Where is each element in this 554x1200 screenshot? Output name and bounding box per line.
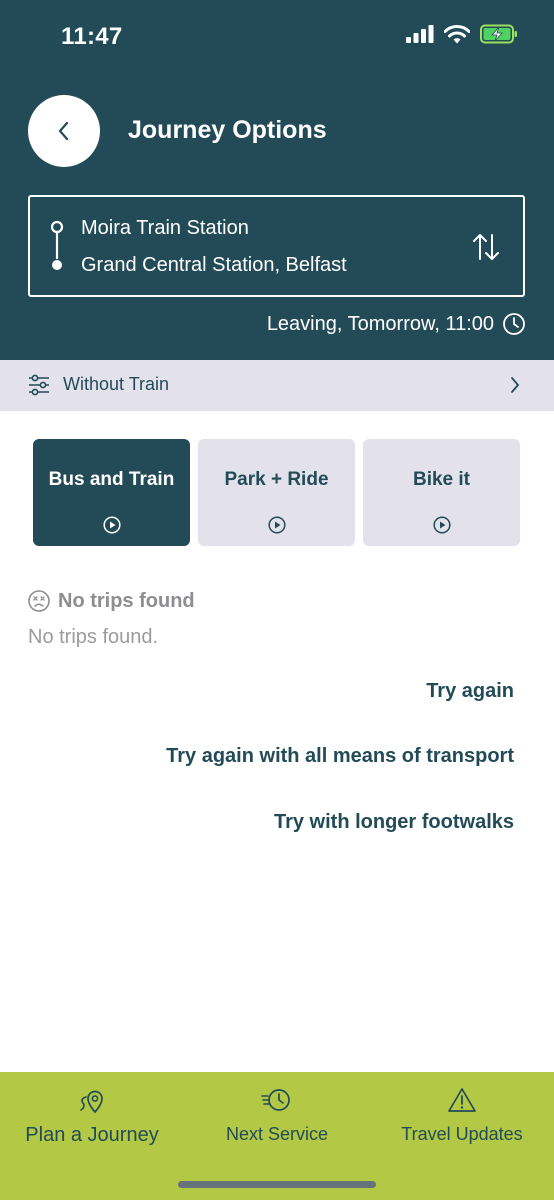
- chevron-right-icon: [511, 377, 519, 393]
- tab-label: Travel Updates: [401, 1124, 523, 1144]
- chevron-left-icon: [58, 121, 69, 141]
- try-all-transport-link[interactable]: Try again with all means of transport: [166, 745, 514, 768]
- mode-bike-it[interactable]: Bike it: [363, 439, 520, 546]
- mode-label: Bike it: [412, 469, 471, 490]
- home-indicator: [178, 1181, 376, 1188]
- map-pin-route-icon: [80, 1090, 103, 1114]
- clock-fast-icon: [261, 1089, 290, 1111]
- clock-icon: [503, 313, 525, 335]
- leaving-time[interactable]: Leaving, Tomorrow, 11:00: [267, 312, 526, 336]
- route-box[interactable]: Moira Train Station Grand Central Statio…: [28, 195, 525, 297]
- swap-vertical-icon[interactable]: [471, 231, 501, 263]
- tab-plan-a-journey[interactable]: Plan a Journey: [16, 1072, 168, 1172]
- no-trips-title: No trips found: [58, 589, 195, 612]
- try-longer-footwalks-link[interactable]: Try with longer footwalks: [274, 811, 514, 834]
- status-time: 11:47: [61, 23, 123, 50]
- back-button[interactable]: [28, 95, 100, 167]
- tab-bar: Plan a Journey Next Service Travel Updat…: [0, 1072, 554, 1200]
- destination-station[interactable]: Grand Central Station, Belfast: [81, 254, 347, 277]
- status-icons: [406, 24, 518, 44]
- tab-next-service[interactable]: Next Service: [206, 1072, 348, 1172]
- filter-bar[interactable]: Without Train: [0, 360, 554, 411]
- play-circle-icon[interactable]: [432, 516, 451, 534]
- wifi-icon: [444, 24, 470, 43]
- route-line-icon: [50, 220, 64, 270]
- play-circle-icon[interactable]: [267, 516, 286, 534]
- filter-label: Without Train: [63, 374, 170, 394]
- leaving-text: Leaving, Tomorrow, 11:00: [266, 312, 494, 335]
- origin-station[interactable]: Moira Train Station: [81, 217, 249, 240]
- sad-face-icon: [28, 590, 50, 612]
- battery-charging-icon: [480, 24, 517, 44]
- mode-label: Park + Ride: [224, 469, 329, 490]
- mode-bus-and-train[interactable]: Bus and Train: [33, 439, 190, 546]
- mode-park-and-ride[interactable]: Park + Ride: [198, 439, 355, 546]
- play-circle-icon[interactable]: [102, 516, 121, 534]
- try-again-link[interactable]: Try again: [426, 680, 514, 703]
- transport-modes: Bus and Train Park + Ride Bike it: [33, 439, 520, 546]
- tab-travel-updates[interactable]: Travel Updates: [392, 1072, 532, 1172]
- signal-icon: [406, 25, 434, 43]
- header: 11:47 Journey Options Moira Train Statio…: [0, 0, 554, 360]
- warning-triangle-icon: [448, 1088, 476, 1112]
- no-trips-heading: No trips found: [27, 589, 195, 613]
- page-title: Journey Options: [128, 116, 327, 144]
- sliders-icon: [29, 374, 49, 396]
- no-trips-message: No trips found.: [28, 626, 159, 648]
- tab-label: Next Service: [225, 1124, 329, 1144]
- mode-label: Bus and Train: [48, 469, 175, 490]
- tab-label: Plan a Journey: [25, 1124, 159, 1146]
